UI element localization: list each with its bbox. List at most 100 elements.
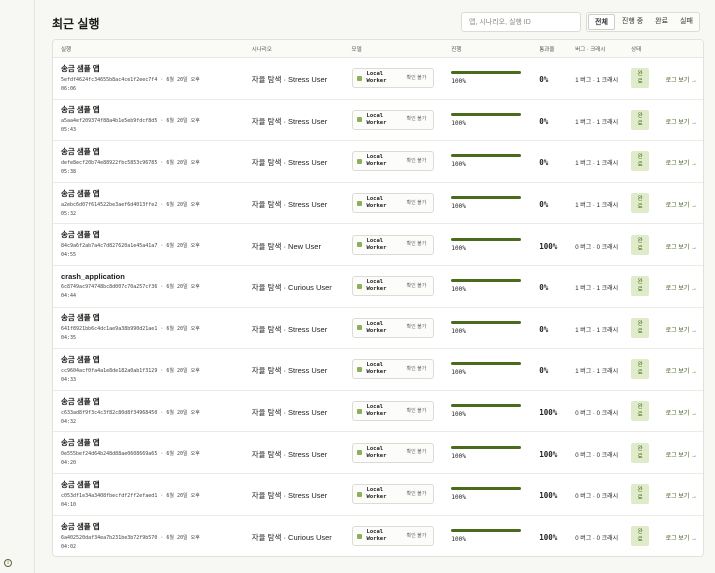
run-cell: 송금 샘플 앱 cc9604acf0fa4a1e8de182a0ab1f3129… — [53, 354, 244, 385]
progress-bar-fill — [451, 154, 522, 158]
run-meta: a5aa4ef209374f88a4b1e5eb9fdcf8d5 · 6월 20… — [61, 118, 200, 134]
table-row[interactable]: 송금 샘플 앱 c633ad8f9f3c4c3f82c80d8f34968450… — [53, 391, 703, 433]
view-log-link[interactable]: 로그 보기 → — [666, 244, 697, 253]
pass-rate-cell: 0% — [531, 111, 567, 129]
model-chip: Local Worker 확인 불가 — [351, 68, 434, 89]
progress-label: 100% — [451, 411, 466, 419]
run-time: 04:55 — [61, 252, 77, 259]
scenario-cell: 자율 탐색 · Curious User — [244, 527, 344, 545]
model-state: 확인 불가 — [406, 407, 427, 414]
run-date: 6월 20일 오후 — [166, 201, 200, 208]
run-date: 6월 20일 오후 — [166, 451, 200, 458]
table-row[interactable]: 송금 샘플 앱 84c9a6f2ab7a4c7d827620a1e45a41a7… — [53, 224, 703, 266]
view-log-link[interactable]: 로그 보기 → — [666, 452, 697, 461]
tab-completed[interactable]: 완료 — [649, 13, 674, 31]
view-log-link[interactable]: 로그 보기 → — [666, 368, 697, 377]
scenario-cell: 자율 탐색 · Stress User — [244, 194, 344, 212]
run-name: 송금 샘플 앱 — [61, 354, 100, 364]
bugs-crashes: 1 버그 · 1 크래시 — [575, 286, 619, 293]
model-name: Local Worker — [366, 279, 387, 293]
model-cell: Local Worker 확인 불가 — [344, 276, 444, 297]
view-log-link[interactable]: 로그 보기 → — [666, 119, 697, 128]
run-time: 05:32 — [61, 210, 77, 217]
progress-bar — [451, 487, 522, 491]
view-log-link[interactable]: 로그 보기 → — [666, 327, 697, 336]
table-row[interactable]: crash_application 6c8749ac974748bc8d007c… — [53, 266, 703, 308]
model-name: Local Worker — [366, 487, 387, 501]
model-chip: Local Worker 확인 불가 — [351, 359, 434, 380]
view-log-link[interactable]: 로그 보기 → — [666, 410, 697, 419]
table-row[interactable]: 송금 샘플 앱 a2ebc6d07f614522be3aef6d4013ffe2… — [53, 183, 703, 225]
run-cell: 송금 샘플 앱 5efdf4624fc34655b8ac4ce1f2eec7f4… — [53, 63, 244, 94]
model-chip: Local Worker 확인 불가 — [351, 234, 434, 255]
bugs-crashes: 0 버그 · 0 크래시 — [575, 244, 619, 251]
view-log-link[interactable]: 로그 보기 → — [666, 535, 697, 544]
model-name: Local Worker — [366, 320, 387, 334]
progress-label: 100% — [451, 244, 466, 252]
run-cell: 송금 샘플 앱 a2ebc6d07f614522be3aef6d4013ffe2… — [53, 188, 244, 219]
table-row[interactable]: 송금 샘플 앱 a5aa4ef209374f88a4b1e5eb9fdcf8d5… — [53, 100, 703, 142]
progress-cell: 100% — [443, 237, 531, 252]
progress-cell: 100% — [443, 404, 531, 418]
run-time: 04:02 — [61, 543, 77, 550]
tab-all[interactable]: 전체 — [588, 14, 615, 30]
tab-in-progress[interactable]: 진행 중 — [616, 13, 649, 31]
scenario-cell: 자율 탐색 · Stress User — [244, 152, 344, 170]
pass-rate-cell: 100% — [531, 444, 567, 462]
status-badge: 완료 — [631, 526, 650, 547]
scenario-label: 자율 탐색 · Stress User — [251, 75, 328, 85]
run-meta: 84c9a6f2ab7a4c7d827620a1e45a41a7 · 6월 20… — [61, 243, 200, 259]
table-row[interactable]: 송금 샘플 앱 641f8921bb6c4dc1ae9a38b990d21ae1… — [53, 308, 703, 350]
view-log-link[interactable]: 로그 보기 → — [666, 202, 697, 211]
status-cell: 완료 — [623, 526, 659, 547]
status-badge: 완료 — [631, 442, 650, 463]
model-state: 확인 불가 — [406, 241, 427, 248]
status-badge: 완료 — [631, 401, 650, 422]
model-chip: Local Worker 확인 불가 — [351, 193, 434, 214]
view-log-link[interactable]: 로그 보기 → — [666, 160, 697, 169]
main-content: 최근 실행 전체 진행 중 완료 실패 실행 시나리오 모델 진행 통과율 버그… — [35, 0, 715, 573]
run-name: 송금 샘플 앱 — [61, 438, 100, 448]
run-id: 641f8921bb6c4dc1ae9a38b990d21ae1 — [61, 326, 158, 333]
table-row[interactable]: 송금 샘플 앱 cc9604acf0fa4a1e8de182a0ab1f3129… — [53, 349, 703, 391]
table-row[interactable]: 송금 샘플 앱 6a402520daf34ea7b231be3b72f9b570… — [53, 516, 703, 556]
run-name: 송금 샘플 앱 — [61, 396, 100, 406]
table-row[interactable]: 송금 샘플 앱 0e555bef24d64b248d88ae0608669a65… — [53, 432, 703, 474]
table-row[interactable]: 송금 샘플 앱 5efdf4624fc34655b8ac4ce1f2eec7f4… — [53, 58, 703, 100]
info-icon[interactable]: i — [4, 559, 12, 567]
bugs-crashes: 1 버그 · 1 크래시 — [575, 161, 619, 168]
status-badge: 완료 — [631, 276, 650, 297]
bugs-crashes: 0 버그 · 0 크래시 — [575, 452, 619, 459]
tab-failed[interactable]: 실패 — [674, 13, 699, 31]
run-meta: c633ad8f9f3c4c3f82c80d8f34968450 · 6월 20… — [61, 409, 200, 425]
action-cell: 로그 보기 → — [659, 527, 703, 545]
run-name: 송금 샘플 앱 — [61, 188, 100, 198]
pass-rate-cell: 100% — [531, 527, 567, 545]
view-log-link[interactable]: 로그 보기 → — [666, 493, 697, 502]
table-row[interactable]: 송금 샘플 앱 defe8ecf20b74e88922fbc5853c96785… — [53, 141, 703, 183]
progress-bar — [451, 237, 522, 241]
table-row[interactable]: 송금 샘플 앱 c053df1e34a3408fbecfdf2ff2efaed1… — [53, 474, 703, 516]
progress-bar-fill — [451, 362, 522, 366]
action-cell: 로그 보기 → — [659, 111, 703, 129]
run-meta: defe8ecf20b74e88922fbc5853c96785 · 6월 20… — [61, 159, 200, 175]
progress-cell: 100% — [443, 196, 531, 210]
bugs-cell: 1 버그 · 1 크래시 — [567, 277, 623, 295]
view-log-link[interactable]: 로그 보기 → — [666, 285, 697, 294]
pass-rate-cell: 0% — [531, 69, 567, 87]
run-meta: a2ebc6d07f614522be3aef6d4013ffe2 · 6월 20… — [61, 201, 200, 217]
pass-rate-cell: 100% — [531, 402, 567, 420]
progress-bar-fill — [451, 404, 522, 408]
progress-bar — [451, 445, 522, 449]
run-id: 6a402520daf34ea7b231be3b72f9b570 — [61, 534, 158, 541]
view-log-link[interactable]: 로그 보기 → — [666, 77, 697, 86]
model-state: 확인 불가 — [406, 74, 427, 81]
model-cell: Local Worker 확인 불가 — [344, 68, 444, 89]
pass-rate: 100% — [539, 533, 558, 543]
status-cell: 완료 — [623, 151, 659, 172]
search-input[interactable] — [461, 12, 581, 32]
run-id: 0e555bef24d64b248d88ae0608669a65 — [61, 451, 158, 458]
model-name: Local Worker — [366, 237, 387, 251]
pass-rate: 0% — [539, 366, 549, 376]
bugs-cell: 0 버그 · 0 크래시 — [567, 236, 623, 254]
